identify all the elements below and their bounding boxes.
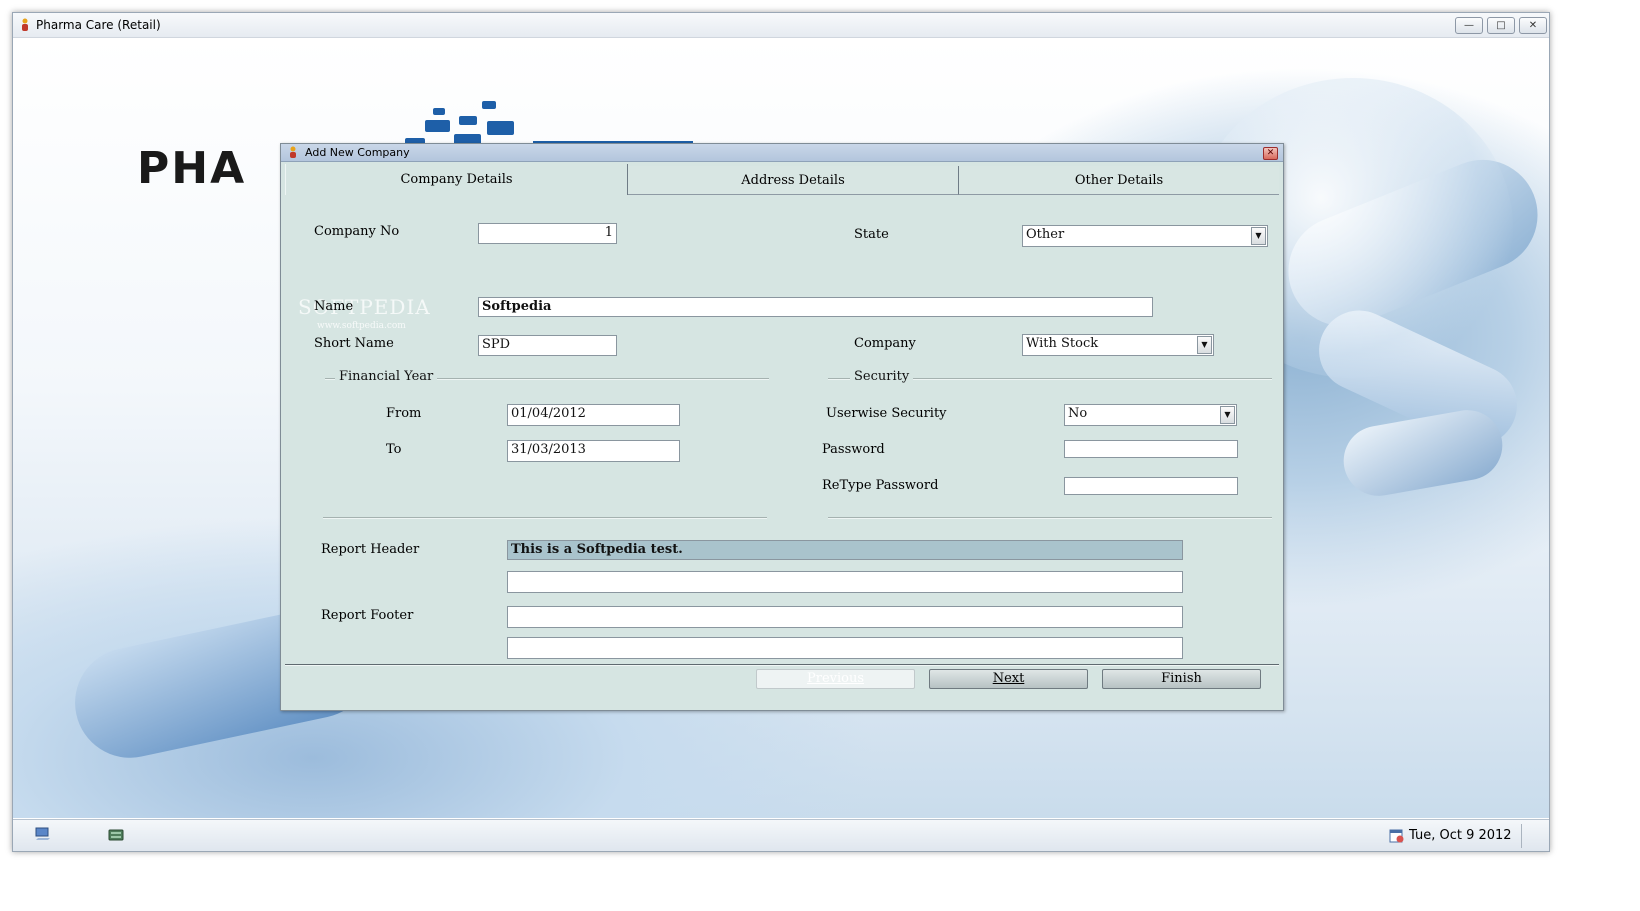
short-name-label: Short Name bbox=[314, 336, 394, 351]
add-new-company-dialog: Add New Company ✕ Company Details Addres… bbox=[280, 143, 1284, 711]
from-date-input[interactable]: 01/04/2012 bbox=[507, 404, 680, 426]
calendar-icon bbox=[1389, 829, 1404, 843]
report-header-line1-input[interactable]: This is a Softpedia test. bbox=[507, 540, 1183, 560]
button-bar-divider bbox=[285, 664, 1279, 666]
company-select-value: With Stock bbox=[1026, 336, 1099, 351]
logo-square bbox=[482, 101, 496, 109]
next-button-label: Next bbox=[992, 671, 1025, 686]
security-group-bottom bbox=[828, 517, 1272, 519]
retype-password-label: ReType Password bbox=[822, 478, 939, 493]
watermark-url: www.softpedia.com bbox=[317, 321, 406, 331]
maximize-icon: □ bbox=[1496, 20, 1506, 31]
dialog-title: Add New Company bbox=[305, 146, 410, 159]
retype-password-input[interactable] bbox=[1064, 477, 1238, 495]
to-label: To bbox=[386, 442, 402, 457]
close-icon: ✕ bbox=[1266, 148, 1275, 158]
maximize-button[interactable]: □ bbox=[1487, 17, 1515, 34]
close-button[interactable]: ✕ bbox=[1519, 17, 1547, 34]
userwise-security-label: Userwise Security bbox=[826, 406, 947, 421]
minimize-button[interactable]: — bbox=[1455, 17, 1483, 34]
close-icon: ✕ bbox=[1528, 20, 1538, 31]
dialog-titlebar: Add New Company ✕ bbox=[281, 144, 1283, 162]
company-no-input[interactable]: 1 bbox=[478, 223, 617, 244]
app-icon bbox=[22, 18, 28, 31]
name-input[interactable]: Softpedia bbox=[478, 297, 1153, 317]
previous-button[interactable]: Previous bbox=[756, 669, 915, 689]
window-title: Pharma Care (Retail) bbox=[36, 18, 161, 32]
logo-square bbox=[425, 120, 450, 132]
report-footer-label: Report Footer bbox=[321, 608, 414, 623]
statusbar: Tue, Oct 9 2012 bbox=[13, 819, 1549, 851]
security-title: Security bbox=[850, 369, 914, 384]
logo-square bbox=[487, 121, 514, 135]
userwise-security-value: No bbox=[1068, 406, 1088, 421]
company-label: Company bbox=[854, 336, 916, 351]
chevron-down-icon[interactable]: ▼ bbox=[1220, 406, 1235, 424]
userwise-security-select[interactable]: No ▼ bbox=[1064, 404, 1237, 426]
state-label: State bbox=[854, 227, 889, 242]
financial-year-group-bottom bbox=[323, 517, 767, 519]
report-header-label: Report Header bbox=[321, 542, 420, 557]
computer-icon[interactable] bbox=[35, 827, 51, 841]
minimize-icon: — bbox=[1464, 20, 1474, 31]
logo-square bbox=[459, 116, 477, 125]
report-header-line2-input[interactable] bbox=[507, 571, 1183, 593]
company-select[interactable]: With Stock ▼ bbox=[1022, 334, 1214, 356]
password-input[interactable] bbox=[1064, 440, 1238, 458]
report-footer-line1-input[interactable] bbox=[507, 606, 1183, 628]
keyboard-icon[interactable] bbox=[108, 828, 124, 842]
to-date-input[interactable]: 31/03/2013 bbox=[507, 440, 680, 462]
logo-square bbox=[433, 108, 445, 115]
name-label: Name bbox=[314, 299, 354, 314]
state-select-value: Other bbox=[1026, 227, 1065, 242]
status-separator bbox=[1521, 824, 1522, 848]
app-icon bbox=[290, 146, 296, 158]
report-footer-line2-input[interactable] bbox=[507, 637, 1183, 659]
logo-text: PHA bbox=[137, 143, 247, 194]
financial-year-title: Financial Year bbox=[335, 369, 438, 384]
from-label: From bbox=[386, 406, 422, 421]
capsule-image bbox=[1338, 404, 1508, 502]
tab-company-details[interactable]: Company Details bbox=[285, 164, 628, 195]
tab-other-details[interactable]: Other Details bbox=[959, 166, 1279, 195]
finish-button[interactable]: Finish bbox=[1102, 669, 1261, 689]
main-titlebar: Pharma Care (Retail) — □ ✕ bbox=[13, 13, 1549, 38]
status-datetime: Tue, Oct 9 2012 bbox=[1409, 828, 1512, 843]
password-label: Password bbox=[822, 442, 885, 457]
tab-address-details[interactable]: Address Details bbox=[628, 166, 959, 195]
short-name-input[interactable]: SPD bbox=[478, 335, 617, 356]
state-select[interactable]: Other ▼ bbox=[1022, 225, 1268, 247]
chevron-down-icon[interactable]: ▼ bbox=[1197, 336, 1212, 354]
chevron-down-icon[interactable]: ▼ bbox=[1251, 227, 1266, 245]
dialog-close-button[interactable]: ✕ bbox=[1263, 147, 1278, 160]
next-button[interactable]: Next bbox=[929, 669, 1088, 689]
company-no-label: Company No bbox=[314, 224, 400, 239]
